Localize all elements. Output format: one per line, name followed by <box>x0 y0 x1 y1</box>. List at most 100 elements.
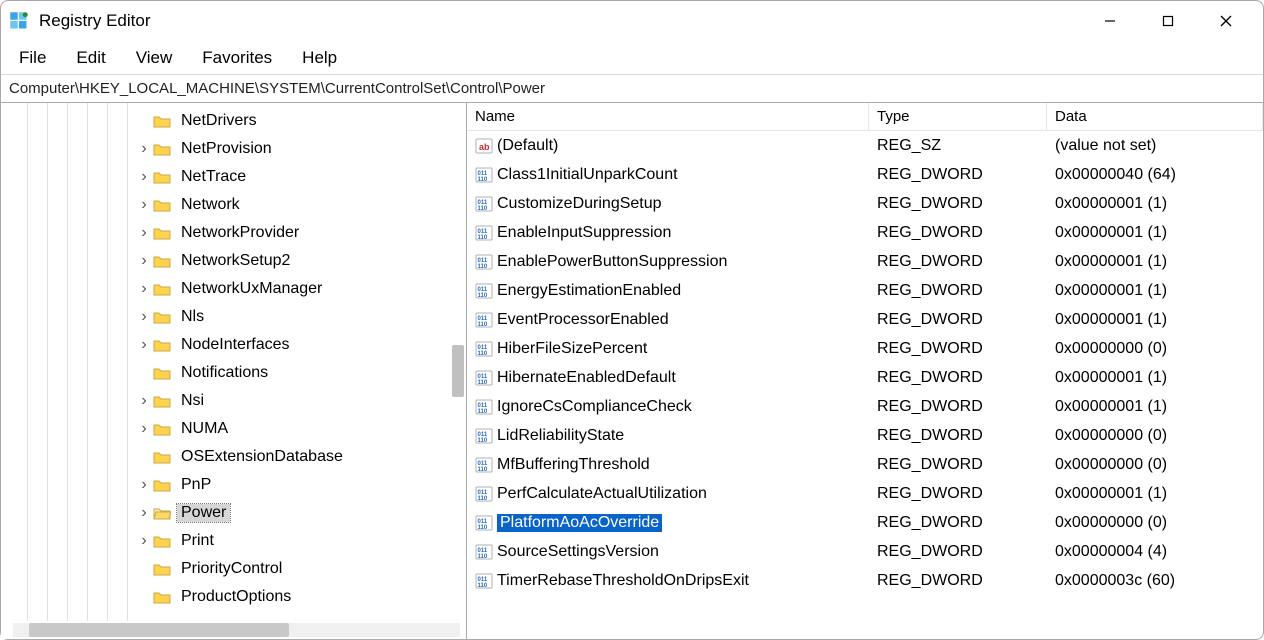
menu-edit[interactable]: Edit <box>64 44 117 72</box>
value-data: 0x00000001 (1) <box>1047 224 1263 242</box>
list-row[interactable]: 011110IgnoreCsComplianceCheckREG_DWORD0x… <box>467 392 1263 421</box>
value-data: (value not set) <box>1047 137 1263 155</box>
svg-text:110: 110 <box>478 496 488 502</box>
value-type: REG_DWORD <box>869 369 1047 387</box>
tree-item[interactable]: PriorityControl <box>7 555 466 583</box>
column-header-type[interactable]: Type <box>869 103 1047 130</box>
list-row[interactable]: ab(Default)REG_SZ(value not set) <box>467 131 1263 160</box>
menu-help[interactable]: Help <box>290 44 349 72</box>
tree-vertical-scrollbar[interactable] <box>452 107 464 619</box>
list-row[interactable]: 011110LidReliabilityStateREG_DWORD0x0000… <box>467 421 1263 450</box>
tree-item-label: Power <box>177 504 230 522</box>
maximize-button[interactable] <box>1139 5 1197 37</box>
expander-icon[interactable]: › <box>137 476 151 494</box>
binary-value-icon: 011110 <box>475 311 493 329</box>
scrollbar-thumb[interactable] <box>452 345 464 397</box>
binary-value-icon: 011110 <box>475 456 493 474</box>
list-row[interactable]: 011110PerfCalculateActualUtilizationREG_… <box>467 479 1263 508</box>
list-row[interactable]: 011110SourceSettingsVersionREG_DWORD0x00… <box>467 537 1263 566</box>
expander-icon[interactable]: › <box>137 224 151 242</box>
menu-view[interactable]: View <box>124 44 185 72</box>
binary-value-icon: 011110 <box>475 369 493 387</box>
tree-item[interactable]: ›Network <box>7 191 466 219</box>
tree-item[interactable]: Notifications <box>7 359 466 387</box>
column-header-name[interactable]: Name <box>467 103 869 130</box>
value-data: 0x00000001 (1) <box>1047 195 1263 213</box>
value-name: IgnoreCsComplianceCheck <box>497 398 692 416</box>
string-value-icon: ab <box>475 137 493 155</box>
expander-icon[interactable]: › <box>137 140 151 158</box>
tree-horizontal-scrollbar[interactable] <box>13 623 460 637</box>
expander-icon[interactable]: › <box>137 392 151 410</box>
tree-item-label: Nsi <box>177 392 208 410</box>
expander-icon[interactable]: › <box>137 420 151 438</box>
list-row[interactable]: 011110EnergyEstimationEnabledREG_DWORD0x… <box>467 276 1263 305</box>
tree-item-label: NetworkProvider <box>177 224 303 242</box>
list-row[interactable]: 011110TimerRebaseThresholdOnDripsExitREG… <box>467 566 1263 595</box>
list-row[interactable]: 011110MfBufferingThresholdREG_DWORD0x000… <box>467 450 1263 479</box>
list-header: Name Type Data <box>467 103 1263 131</box>
tree-item[interactable]: ›NetworkUxManager <box>7 275 466 303</box>
address-bar[interactable]: Computer\HKEY_LOCAL_MACHINE\SYSTEM\Curre… <box>1 75 1263 103</box>
tree-item[interactable]: › Nsi <box>7 387 466 415</box>
value-data: 0x00000001 (1) <box>1047 398 1263 416</box>
value-type: REG_DWORD <box>869 398 1047 416</box>
value-name: Class1InitialUnparkCount <box>497 166 678 184</box>
value-type: REG_DWORD <box>869 282 1047 300</box>
expander-icon[interactable]: › <box>137 196 151 214</box>
binary-value-icon: 011110 <box>475 282 493 300</box>
expander-icon[interactable]: › <box>137 532 151 550</box>
binary-value-icon: 011110 <box>475 543 493 561</box>
tree-item[interactable]: ›NetworkSetup2 <box>7 247 466 275</box>
binary-value-icon: 011110 <box>475 195 493 213</box>
tree-item-label: PnP <box>177 476 215 494</box>
svg-text:110: 110 <box>478 264 488 270</box>
list-row[interactable]: 011110HibernateEnabledDefaultREG_DWORD0x… <box>467 363 1263 392</box>
expander-icon[interactable]: › <box>137 168 151 186</box>
close-button[interactable] <box>1197 5 1255 37</box>
folder-icon <box>153 142 171 157</box>
tree-item[interactable]: › Power <box>7 499 466 527</box>
tree-item-label: NetProvision <box>177 140 276 158</box>
tree-item[interactable]: ›Nls <box>7 303 466 331</box>
tree-item[interactable]: › PnP <box>7 471 466 499</box>
list-pane: Name Type Data ab(Default)REG_SZ(value n… <box>467 103 1263 639</box>
tree-item[interactable]: ›NodeInterfaces <box>7 331 466 359</box>
folder-icon <box>153 170 171 185</box>
tree-item[interactable]: ProductOptions <box>7 583 466 611</box>
expander-icon[interactable]: › <box>137 336 151 354</box>
expander-icon[interactable]: › <box>137 252 151 270</box>
list-row[interactable]: 011110HiberFileSizePercentREG_DWORD0x000… <box>467 334 1263 363</box>
tree-item[interactable]: › NetProvision <box>7 135 466 163</box>
tree-item[interactable]: NetDrivers <box>7 107 466 135</box>
tree-item[interactable]: › NetworkProvider <box>7 219 466 247</box>
expander-icon[interactable]: › <box>137 280 151 298</box>
tree-item[interactable]: ›NUMA <box>7 415 466 443</box>
tree-item[interactable]: ›Print <box>7 527 466 555</box>
minimize-button[interactable] <box>1081 5 1139 37</box>
list-row[interactable]: 011110EnableInputSuppressionREG_DWORD0x0… <box>467 218 1263 247</box>
list-row[interactable]: 011110Class1InitialUnparkCountREG_DWORD0… <box>467 160 1263 189</box>
value-type: REG_DWORD <box>869 543 1047 561</box>
binary-value-icon: 011110 <box>475 253 493 271</box>
tree-item[interactable]: OSExtensionDatabase <box>7 443 466 471</box>
list-row[interactable]: 011110EventProcessorEnabledREG_DWORD0x00… <box>467 305 1263 334</box>
list-row[interactable]: 011110PlatformAoAcOverrideREG_DWORD0x000… <box>467 508 1263 537</box>
value-name: TimerRebaseThresholdOnDripsExit <box>497 572 749 590</box>
tree-item[interactable]: ›NetTrace <box>7 163 466 191</box>
folder-icon <box>153 394 171 409</box>
list-row[interactable]: 011110EnablePowerButtonSuppressionREG_DW… <box>467 247 1263 276</box>
workspace: NetDrivers›NetProvision›NetTrace›Network… <box>1 103 1263 639</box>
expander-icon[interactable]: › <box>137 308 151 326</box>
scrollbar-thumb[interactable] <box>29 623 289 637</box>
menu-file[interactable]: File <box>7 44 58 72</box>
folder-icon <box>153 478 171 493</box>
menu-favorites[interactable]: Favorites <box>190 44 284 72</box>
list-row[interactable]: 011110CustomizeDuringSetupREG_DWORD0x000… <box>467 189 1263 218</box>
svg-text:110: 110 <box>478 380 488 386</box>
folder-icon <box>153 534 171 549</box>
value-name: PlatformAoAcOverride <box>497 514 662 532</box>
svg-text:110: 110 <box>478 409 488 415</box>
expander-icon[interactable]: › <box>137 504 151 522</box>
column-header-data[interactable]: Data <box>1047 103 1263 130</box>
